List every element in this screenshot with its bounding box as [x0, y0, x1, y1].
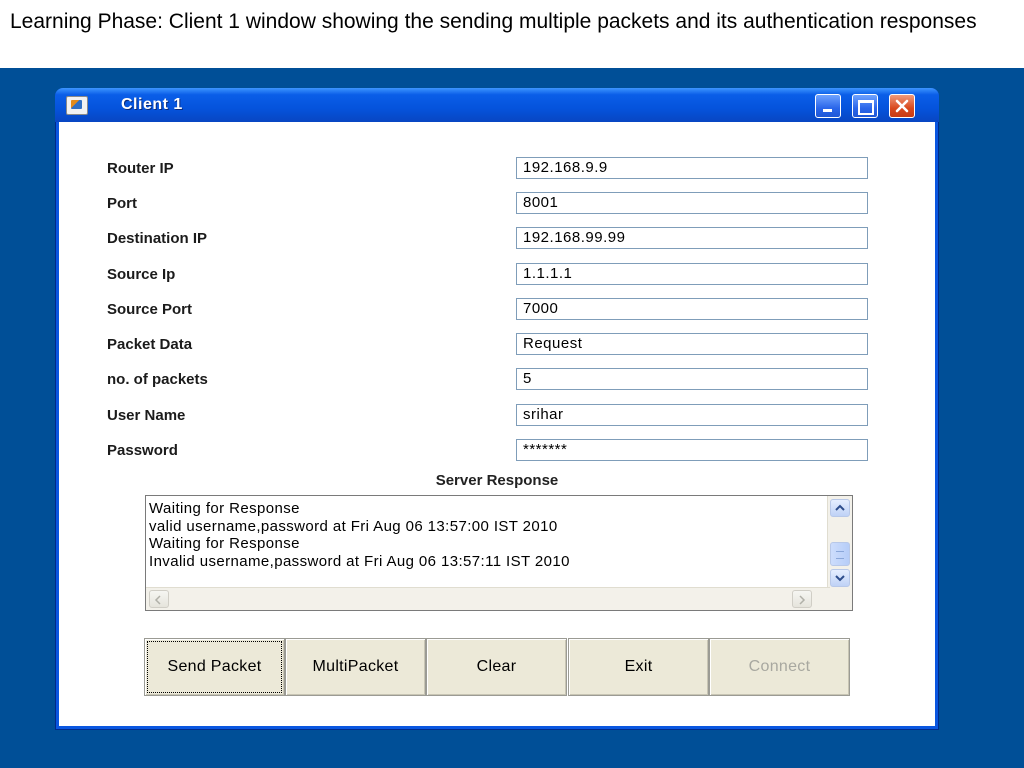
chevron-up-icon: [835, 504, 845, 511]
port-label: Port: [107, 195, 137, 212]
scroll-down-button[interactable]: [830, 569, 850, 587]
destination-ip-field[interactable]: 192.168.99.99: [516, 227, 868, 249]
password-field[interactable]: *******: [516, 439, 868, 461]
maximize-button[interactable]: [852, 94, 878, 118]
server-response-label: Server Response: [435, 472, 559, 489]
window-title: Client 1: [121, 96, 183, 113]
num-packets-label: no. of packets: [107, 371, 208, 388]
title-bar[interactable]: Client 1: [55, 88, 939, 122]
response-line: valid username,password at Fri Aug 06 13…: [149, 517, 558, 535]
source-port-field[interactable]: 7000: [516, 298, 868, 320]
source-ip-field[interactable]: 1.1.1.1: [516, 263, 868, 285]
chevron-left-icon: [154, 595, 161, 605]
response-line: Invalid username,password at Fri Aug 06 …: [149, 552, 570, 570]
chevron-right-icon: [799, 595, 806, 605]
password-label: Password: [107, 442, 178, 459]
scrollbar-corner: [828, 588, 852, 610]
multipacket-button[interactable]: MultiPacket: [285, 638, 426, 696]
response-line: Waiting for Response: [149, 535, 300, 552]
horizontal-scrollbar[interactable]: [146, 587, 830, 610]
source-ip-label: Source Ip: [107, 266, 176, 283]
port-field[interactable]: 8001: [516, 192, 868, 214]
server-response-textarea[interactable]: Waiting for Response valid username,passw…: [145, 495, 853, 611]
user-name-label: User Name: [107, 407, 186, 424]
packet-data-label: Packet Data: [107, 336, 193, 353]
vertical-scroll-thumb[interactable]: [830, 542, 850, 566]
client-window: Client 1 Router IP 192.168.9.9 Port 8001…: [55, 88, 939, 730]
window-content: Router IP 192.168.9.9 Port 8001 Destinat…: [59, 122, 935, 726]
user-name-field[interactable]: srihar: [516, 404, 868, 426]
destination-ip-label: Destination IP: [107, 230, 208, 247]
send-packet-button[interactable]: Send Packet: [144, 638, 285, 696]
close-icon: [895, 99, 909, 113]
connect-button[interactable]: Connect: [709, 638, 850, 696]
source-port-label: Source Port: [107, 301, 193, 318]
num-packets-field[interactable]: 5: [516, 368, 868, 390]
response-lines: Waiting for Response valid username,passw…: [149, 500, 570, 570]
exit-button[interactable]: Exit: [568, 638, 709, 696]
slide-caption: Learning Phase: Client 1 window showing …: [10, 10, 977, 33]
minimize-button[interactable]: [815, 94, 841, 118]
router-ip-field[interactable]: 192.168.9.9: [516, 157, 868, 179]
router-ip-label: Router IP: [107, 160, 174, 177]
vertical-scrollbar[interactable]: [827, 496, 852, 589]
java-cup-icon: [66, 96, 88, 115]
response-line: Waiting for Response: [149, 500, 300, 517]
close-button[interactable]: [889, 94, 915, 118]
scroll-left-button[interactable]: [149, 590, 169, 608]
scroll-up-button[interactable]: [830, 499, 850, 517]
scroll-right-button[interactable]: [792, 590, 812, 608]
packet-data-field[interactable]: Request: [516, 333, 868, 355]
chevron-down-icon: [835, 575, 845, 582]
clear-button[interactable]: Clear: [426, 638, 567, 696]
